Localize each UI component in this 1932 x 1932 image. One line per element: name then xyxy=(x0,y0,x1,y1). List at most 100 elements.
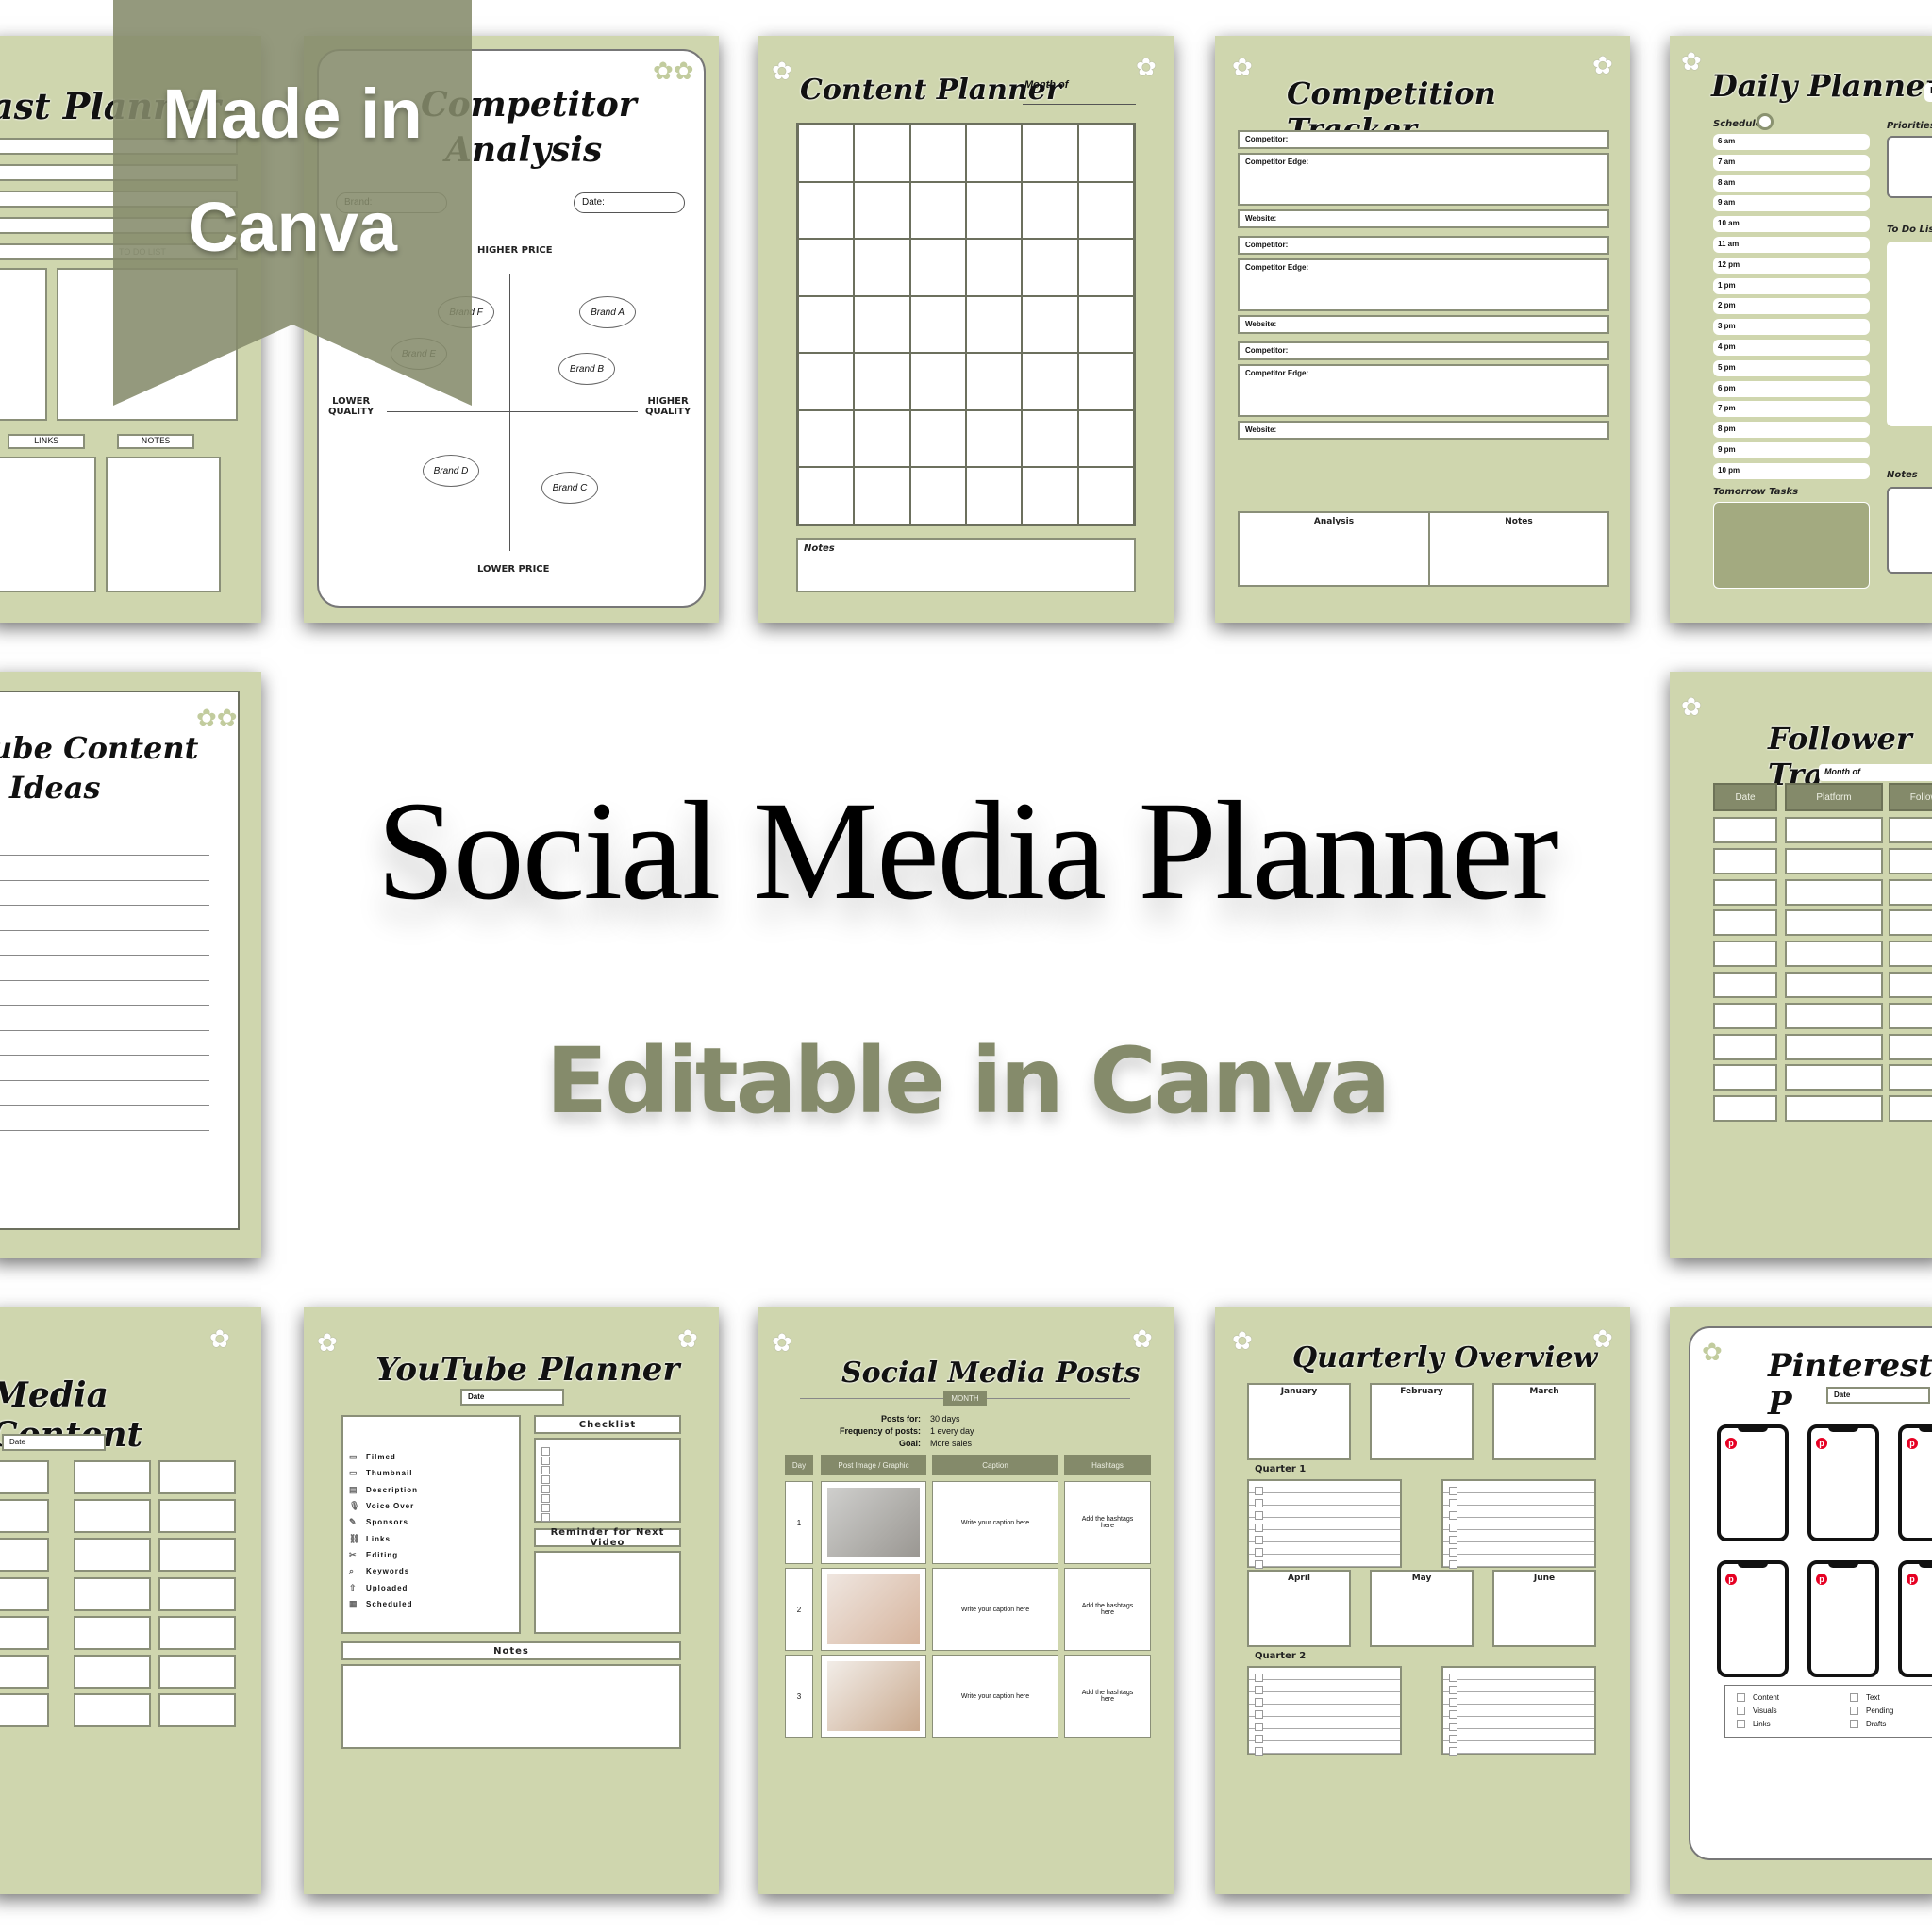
checkbox[interactable] xyxy=(1449,1511,1457,1520)
calendar-cell[interactable] xyxy=(1077,353,1134,410)
calendar-cell[interactable] xyxy=(854,295,910,354)
check-item[interactable]: Content xyxy=(1737,1693,1779,1702)
month-box[interactable]: April xyxy=(1247,1570,1351,1647)
calendar-cell[interactable] xyxy=(854,239,910,296)
brand-bubble[interactable]: Brand B xyxy=(558,353,615,385)
table-cell[interactable] xyxy=(1785,878,1883,906)
content-cell[interactable] xyxy=(158,1693,236,1728)
phone-mockup[interactable]: p xyxy=(1807,1424,1879,1541)
calendar-cell[interactable] xyxy=(854,125,910,182)
table-cell[interactable] xyxy=(1785,1002,1883,1029)
table-cell[interactable] xyxy=(1889,847,1932,874)
competitor-field[interactable]: Competitor: xyxy=(1238,341,1609,360)
table-cell[interactable] xyxy=(1713,972,1777,998)
calendar-cell[interactable] xyxy=(909,409,966,468)
content-cell[interactable] xyxy=(158,1655,236,1689)
checkbox[interactable] xyxy=(1255,1686,1263,1694)
table-cell[interactable] xyxy=(1785,909,1883,937)
caption-cell[interactable]: Write your caption here xyxy=(932,1568,1058,1651)
calendar-cell[interactable] xyxy=(909,295,966,354)
month-box[interactable]: March xyxy=(1492,1383,1596,1460)
idea-line[interactable] xyxy=(0,1105,209,1106)
table-cell[interactable] xyxy=(1889,1095,1932,1123)
step-item[interactable]: ✎ Sponsors xyxy=(343,1514,519,1530)
brand-bubble[interactable]: Brand D xyxy=(423,455,479,487)
table-cell[interactable] xyxy=(1785,847,1883,874)
checkbox[interactable] xyxy=(1449,1560,1457,1569)
schedule-row[interactable]: 7 pm xyxy=(1713,401,1870,418)
calendar-cell[interactable] xyxy=(965,181,1023,240)
calendar-cell[interactable] xyxy=(854,353,910,410)
content-cell[interactable] xyxy=(74,1499,151,1534)
content-cell[interactable] xyxy=(0,1499,49,1534)
brand-bubble[interactable]: Brand A xyxy=(579,296,636,328)
schedule-row[interactable]: 9 pm xyxy=(1713,442,1870,458)
idea-line[interactable] xyxy=(0,1005,209,1006)
calendar-cell[interactable] xyxy=(1077,125,1134,182)
notes-box[interactable] xyxy=(341,1664,681,1749)
schedule-row[interactable]: 11 am xyxy=(1713,237,1870,253)
list-box[interactable] xyxy=(0,268,47,421)
calendar-cell[interactable] xyxy=(798,295,855,354)
checkbox[interactable] xyxy=(1737,1693,1745,1702)
todo-box[interactable] xyxy=(1887,242,1932,426)
table-cell[interactable] xyxy=(1713,878,1777,906)
calendar-cell[interactable] xyxy=(909,239,966,296)
competitor-edge-field[interactable]: Competitor Edge: xyxy=(1238,153,1609,206)
caption-cell[interactable]: Write your caption here xyxy=(932,1655,1058,1738)
caption-cell[interactable]: Write your caption here xyxy=(932,1481,1058,1564)
brand-bubble[interactable]: Brand C xyxy=(541,472,598,504)
reminder-box[interactable] xyxy=(534,1551,681,1634)
checkbox[interactable] xyxy=(1255,1499,1263,1507)
checkbox[interactable] xyxy=(1255,1698,1263,1707)
schedule-row[interactable]: 3 pm xyxy=(1713,319,1870,336)
post-image-cell[interactable] xyxy=(821,1655,926,1738)
content-cell[interactable] xyxy=(74,1693,151,1728)
check-item[interactable]: Pending xyxy=(1850,1707,1893,1715)
competitor-field[interactable]: Competitor: xyxy=(1238,236,1609,255)
month-of-field[interactable]: Month of xyxy=(1819,764,1932,781)
calendar-cell[interactable] xyxy=(1022,239,1078,296)
table-cell[interactable] xyxy=(1889,878,1932,906)
checkbox[interactable] xyxy=(1255,1536,1263,1544)
table-cell[interactable] xyxy=(1889,909,1932,937)
checkbox[interactable] xyxy=(541,1513,550,1522)
idea-line[interactable] xyxy=(0,905,209,906)
idea-line[interactable] xyxy=(0,1129,209,1131)
step-item[interactable]: ▤ Description xyxy=(343,1482,519,1498)
step-item[interactable]: ▦ Scheduled xyxy=(343,1596,519,1612)
checkbox[interactable] xyxy=(1850,1720,1858,1728)
calendar-cell[interactable] xyxy=(1022,467,1078,525)
competitor-field[interactable]: Competitor: xyxy=(1238,130,1609,149)
schedule-row[interactable]: 7 am xyxy=(1713,154,1870,171)
calendar-cell[interactable] xyxy=(965,239,1023,296)
calendar-cell[interactable] xyxy=(798,409,855,468)
checkbox[interactable] xyxy=(1850,1707,1858,1715)
checkbox[interactable] xyxy=(1255,1674,1263,1682)
calendar-cell[interactable] xyxy=(798,125,855,182)
notes-box[interactable]: Notes xyxy=(1428,511,1609,587)
table-cell[interactable] xyxy=(1713,941,1777,968)
table-cell[interactable] xyxy=(1889,817,1932,843)
checkbox[interactable] xyxy=(1255,1735,1263,1743)
phone-mockup[interactable]: p xyxy=(1898,1424,1932,1541)
table-cell[interactable] xyxy=(1889,1064,1932,1091)
checkbox[interactable] xyxy=(1449,1536,1457,1544)
content-cell[interactable] xyxy=(158,1538,236,1573)
schedule-row[interactable]: 4 pm xyxy=(1713,340,1870,356)
schedule-row[interactable]: 10 am xyxy=(1713,216,1870,233)
month-box[interactable]: June xyxy=(1492,1570,1596,1647)
calendar-cell[interactable] xyxy=(965,353,1023,410)
notes-box[interactable] xyxy=(106,457,221,592)
calendar-cell[interactable] xyxy=(1077,409,1134,468)
post-image-cell[interactable] xyxy=(821,1568,926,1651)
competitor-edge-field[interactable]: Competitor Edge: xyxy=(1238,258,1609,311)
calendar-cell[interactable] xyxy=(1077,467,1134,525)
checkbox[interactable] xyxy=(1850,1693,1858,1702)
hashtags-cell[interactable]: Add the hashtags here xyxy=(1064,1481,1151,1564)
table-cell[interactable] xyxy=(1713,847,1777,874)
step-item[interactable]: ⛓ Links xyxy=(343,1530,519,1546)
table-cell[interactable] xyxy=(1785,1064,1883,1091)
idea-line[interactable] xyxy=(0,955,209,956)
phone-mockup[interactable]: p xyxy=(1898,1560,1932,1677)
